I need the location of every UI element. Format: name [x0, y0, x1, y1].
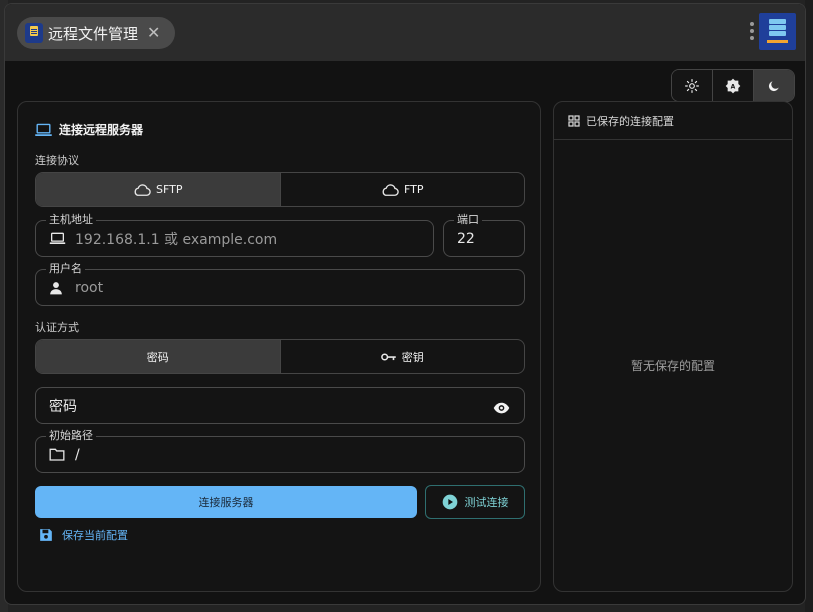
protocol-option-sftp[interactable]: SFTP [36, 173, 281, 206]
initial-path-field[interactable]: 初始路径 / [35, 429, 525, 473]
port-input[interactable]: 22 [457, 231, 475, 247]
auth-method-selector: 密码 密钥 [35, 339, 525, 374]
play-circle-icon [442, 494, 457, 510]
test-connection-label: 测试连接 [464, 496, 509, 509]
save-config-label: 保存当前配置 [62, 529, 128, 542]
connect-section-title-text: 连接远程服务器 [59, 123, 144, 137]
auth-option-password[interactable]: 密码 [36, 340, 281, 373]
svg-text:A: A [731, 83, 736, 90]
username-input[interactable]: root [75, 280, 103, 296]
auto-mode-button[interactable]: A [713, 70, 754, 101]
auto-brightness-icon: A [725, 78, 741, 93]
app-icon [25, 23, 43, 43]
key-icon [380, 352, 396, 361]
initial-path-input[interactable]: / [75, 447, 80, 463]
saved-configs-header: 已保存的连接配置 [554, 102, 792, 140]
theme-switcher: A [671, 69, 795, 102]
dark-mode-button[interactable] [754, 70, 794, 101]
laptop-icon [49, 232, 67, 245]
test-connection-button[interactable]: 测试连接 [425, 485, 525, 519]
remote-file-manager-window: 远程文件管理 ✕ A 连接远程服务器 连接协议 SFTP FTP 主机地址 19… [4, 3, 806, 605]
empty-state-text: 暂无保存的配置 [630, 359, 715, 373]
folder-icon [49, 448, 67, 461]
grid-icon [568, 114, 580, 127]
connect-section-title: 连接远程服务器 [35, 121, 143, 138]
protocol-option-ftp[interactable]: FTP [281, 173, 525, 206]
cloud-icon [134, 183, 151, 196]
save-icon [40, 529, 52, 541]
port-label: 端口 [454, 213, 482, 227]
host-label: 主机地址 [46, 213, 96, 227]
window-title: 远程文件管理 [48, 24, 139, 43]
light-mode-button[interactable] [672, 70, 713, 101]
auth-option-key[interactable]: 密钥 [281, 340, 525, 373]
connect-server-button[interactable]: 连接服务器 [35, 486, 417, 518]
visibility-toggle-icon[interactable] [493, 399, 510, 418]
username-field[interactable]: 用户名 root [35, 262, 525, 306]
password-field[interactable]: 密码 [35, 387, 525, 424]
close-icon[interactable]: ✕ [147, 25, 160, 41]
moon-icon [768, 80, 779, 91]
auth-option-label: 密码 [146, 350, 169, 364]
username-label: 用户名 [46, 262, 85, 276]
sun-icon [685, 78, 699, 93]
protocol-selector: SFTP FTP [35, 172, 525, 207]
saved-configs-panel: 已保存的连接配置 暂无保存的配置 [553, 101, 793, 592]
background-app-edge-right [805, 0, 813, 612]
auth-label: 认证方式 [35, 321, 79, 334]
server-logo-icon [759, 13, 796, 50]
title-bar: 远程文件管理 ✕ [5, 4, 805, 61]
host-field[interactable]: 主机地址 192.168.1.1 或 example.com [35, 213, 434, 257]
window-tab[interactable]: 远程文件管理 ✕ [17, 17, 175, 49]
password-input[interactable]: 密码 [49, 396, 77, 416]
protocol-label: 连接协议 [35, 154, 79, 167]
laptop-icon [35, 123, 52, 136]
cloud-icon [382, 183, 399, 196]
connect-panel: 连接远程服务器 连接协议 SFTP FTP 主机地址 192.168.1.1 或… [17, 101, 541, 592]
protocol-option-label: FTP [404, 183, 424, 196]
protocol-option-label: SFTP [156, 183, 183, 196]
save-config-link[interactable]: 保存当前配置 [39, 527, 128, 543]
port-field[interactable]: 端口 22 [443, 213, 525, 257]
auth-option-label: 密钥 [401, 350, 424, 364]
saved-configs-title: 已保存的连接配置 [586, 114, 674, 128]
host-input[interactable]: 192.168.1.1 或 example.com [75, 229, 277, 249]
user-icon [49, 281, 67, 295]
more-options-icon[interactable] [750, 22, 754, 40]
initial-path-label: 初始路径 [46, 429, 96, 443]
